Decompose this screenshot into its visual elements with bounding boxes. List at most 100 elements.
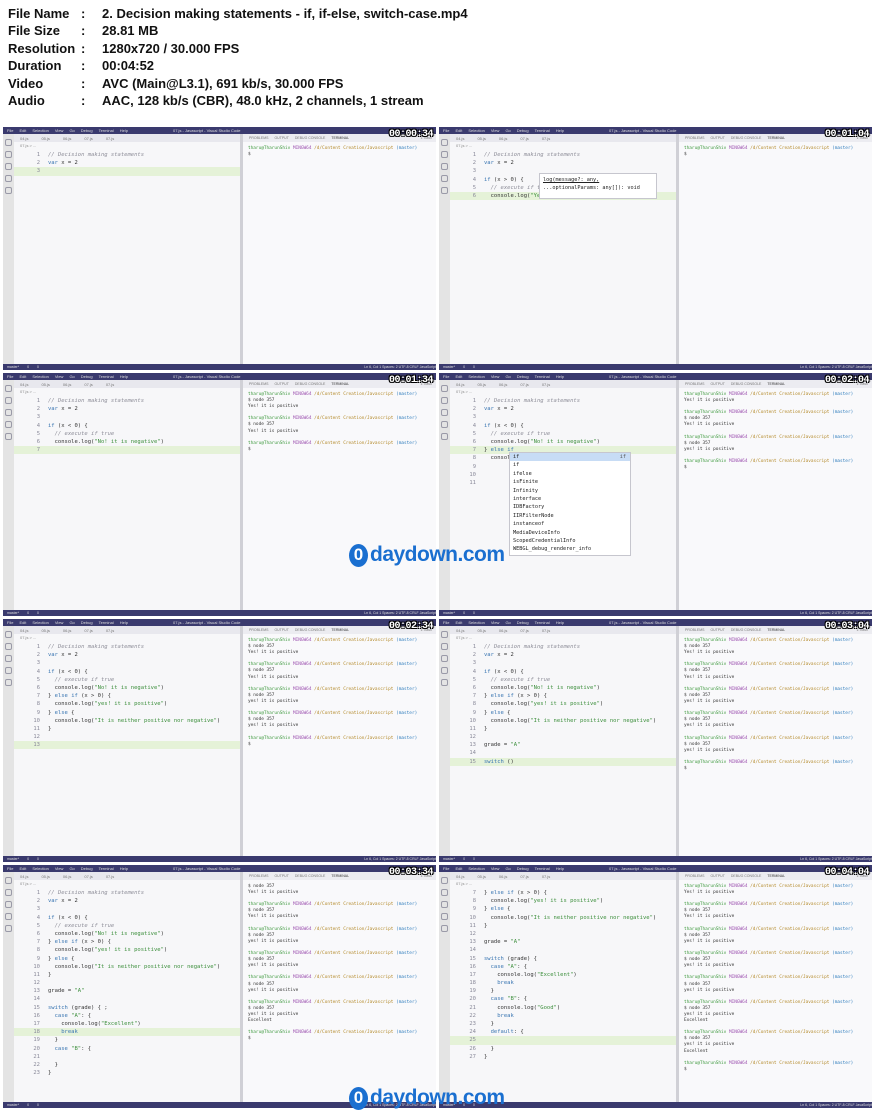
suggestion-item[interactable]: MediaDeviceInfo xyxy=(510,529,630,537)
menu-item[interactable]: View xyxy=(55,620,64,625)
code-line[interactable]: 11} xyxy=(14,725,240,733)
editor-tab[interactable]: 07.js xyxy=(106,136,114,141)
menu-item[interactable]: Help xyxy=(556,374,564,379)
panel-tab[interactable]: TERMINAL xyxy=(767,628,785,632)
menu-item[interactable]: Debug xyxy=(517,128,529,133)
editor-tab[interactable]: 05.js xyxy=(477,382,485,387)
code-line[interactable]: 16 case "A": { xyxy=(14,1012,240,1020)
menu-item[interactable]: Selection xyxy=(32,866,48,871)
menu-item[interactable]: Selection xyxy=(32,374,48,379)
panel-tab[interactable]: OUTPUT xyxy=(710,382,724,386)
panel-tab[interactable]: DEBUG CONSOLE xyxy=(295,136,326,140)
panel-tab[interactable]: PROBLEMS xyxy=(685,382,704,386)
menu-item[interactable]: Edit xyxy=(19,866,26,871)
menu-item[interactable]: Go xyxy=(505,866,510,871)
code-line[interactable]: 8 console.log("yes! it is positive") xyxy=(450,897,676,905)
editor-tab[interactable]: 05.js xyxy=(41,382,49,387)
code-line[interactable]: 22 } xyxy=(14,1061,240,1069)
branch-status[interactable]: master* xyxy=(7,365,19,369)
editor-tab[interactable]: 05.js xyxy=(41,628,49,633)
menu-item[interactable]: Edit xyxy=(455,128,462,133)
code-line[interactable]: 18 break xyxy=(14,1028,240,1037)
menu-item[interactable]: Go xyxy=(69,866,74,871)
menu-item[interactable]: View xyxy=(55,128,64,133)
suggestion-item[interactable]: IDBFactory xyxy=(510,503,630,511)
code-line[interactable]: 20 case "B": { xyxy=(14,1045,240,1053)
code-editor[interactable]: 04.js 05.js 06.js 07.js 07.js 07.js > ... 1 // … xyxy=(450,134,676,364)
code-line[interactable]: 5 // execute if true xyxy=(450,430,676,438)
menu-item[interactable]: View xyxy=(55,374,64,379)
errors-status[interactable]: 0 xyxy=(463,611,465,615)
menu-item[interactable]: Go xyxy=(505,620,510,625)
code-line[interactable]: 9} else { xyxy=(14,955,240,963)
panel-tab[interactable]: TERMINAL xyxy=(331,874,349,878)
menu-item[interactable]: Debug xyxy=(517,620,529,625)
menu-item[interactable]: Go xyxy=(505,374,510,379)
menu-item[interactable]: Selection xyxy=(468,128,484,133)
panel-tab[interactable]: OUTPUT xyxy=(710,628,724,632)
menu-item[interactable]: Selection xyxy=(32,620,48,625)
terminal-output[interactable]: $ node 357 Yes! it is positive tharu@Tharu… xyxy=(243,880,436,1042)
code-line[interactable]: 7} else if (x > 0) { xyxy=(14,938,240,946)
code-line[interactable]: 3 xyxy=(14,905,240,913)
code-line[interactable]: 17 console.log("Excellent") xyxy=(14,1020,240,1028)
menu-item[interactable]: Terminal xyxy=(99,374,114,379)
editor-tab[interactable]: 04.js xyxy=(456,874,464,879)
editor-tab[interactable]: 07.js xyxy=(106,874,114,879)
suggestion-item[interactable]: interface xyxy=(510,495,630,503)
source-control-icon[interactable] xyxy=(441,655,448,662)
code-line[interactable]: 1 // Decision making statements xyxy=(450,397,676,405)
code-editor[interactable]: 04.js 05.js 06.js 07.js 07.js 07.js > ... 1 // … xyxy=(450,626,676,856)
debug-icon[interactable] xyxy=(441,175,448,182)
menu-item[interactable]: Go xyxy=(69,374,74,379)
menu-item[interactable]: Edit xyxy=(455,620,462,625)
menu-item[interactable]: File xyxy=(7,128,13,133)
warnings-status[interactable]: 0 xyxy=(473,611,475,615)
source-control-icon[interactable] xyxy=(5,409,12,416)
editor-tab[interactable]: 07.js xyxy=(542,628,550,633)
suggestion-item[interactable]: if xyxy=(510,461,630,469)
menu-item[interactable]: Debug xyxy=(517,866,529,871)
errors-status[interactable]: 0 xyxy=(463,365,465,369)
source-control-icon[interactable] xyxy=(5,163,12,170)
panel-tab[interactable]: PROBLEMS xyxy=(249,628,268,632)
code-line[interactable]: 18 break xyxy=(450,979,676,987)
extensions-icon[interactable] xyxy=(5,925,12,932)
code-line[interactable]: 12 xyxy=(14,979,240,987)
panel-tab[interactable]: DEBUG CONSOLE xyxy=(731,382,762,386)
suggestion-item[interactable]: WEBGL_debug_renderer_info xyxy=(510,545,630,553)
terminal-output[interactable]: tharu@TharunShiv MINGW64 /d/Content Crea… xyxy=(679,634,872,772)
menu-item[interactable]: Selection xyxy=(468,866,484,871)
warnings-status[interactable]: 0 xyxy=(473,365,475,369)
cursor-status[interactable]: Ln 6, Col 1 Spaces: 2 UTF-8 CRLF JavaScr… xyxy=(800,1103,872,1107)
cursor-status[interactable]: Ln 6, Col 1 Spaces: 2 UTF-8 CRLF JavaScr… xyxy=(364,857,436,861)
code-line[interactable]: 27} xyxy=(450,1053,676,1061)
code-line[interactable]: 14 xyxy=(450,749,676,757)
code-line[interactable]: 12 xyxy=(14,733,240,741)
menu-item[interactable]: Terminal xyxy=(99,620,114,625)
extensions-icon[interactable] xyxy=(5,433,12,440)
menu-item[interactable]: View xyxy=(491,374,500,379)
menu-item[interactable]: Debug xyxy=(81,866,93,871)
editor-tab[interactable]: 07.js xyxy=(520,382,528,387)
code-line[interactable]: 10 console.log("It is neither positive n… xyxy=(450,914,676,922)
code-line[interactable]: 23 } xyxy=(450,1020,676,1028)
code-line[interactable]: 21 xyxy=(14,1053,240,1061)
explorer-icon[interactable] xyxy=(441,877,448,884)
editor-tab[interactable]: 07.js xyxy=(84,874,92,879)
menu-item[interactable]: File xyxy=(7,866,13,871)
warnings-status[interactable]: 0 xyxy=(37,1103,39,1107)
branch-status[interactable]: master* xyxy=(443,857,455,861)
errors-status[interactable]: 0 xyxy=(27,1103,29,1107)
editor-tab[interactable]: 06.js xyxy=(499,874,507,879)
code-line[interactable]: 13 grade = "A" xyxy=(450,938,676,946)
source-control-icon[interactable] xyxy=(441,163,448,170)
code-line[interactable]: 1 // Decision making statements xyxy=(14,889,240,897)
code-line[interactable]: 10 console.log("It is neither positive n… xyxy=(14,717,240,725)
editor-tab[interactable]: 06.js xyxy=(499,136,507,141)
menu-item[interactable]: View xyxy=(491,620,500,625)
cursor-status[interactable]: Ln 6, Col 1 Spaces: 2 UTF-8 CRLF JavaScr… xyxy=(800,611,872,615)
code-line[interactable]: 2 var x = 2 xyxy=(14,651,240,659)
editor-tab[interactable]: 06.js xyxy=(63,136,71,141)
debug-icon[interactable] xyxy=(441,913,448,920)
